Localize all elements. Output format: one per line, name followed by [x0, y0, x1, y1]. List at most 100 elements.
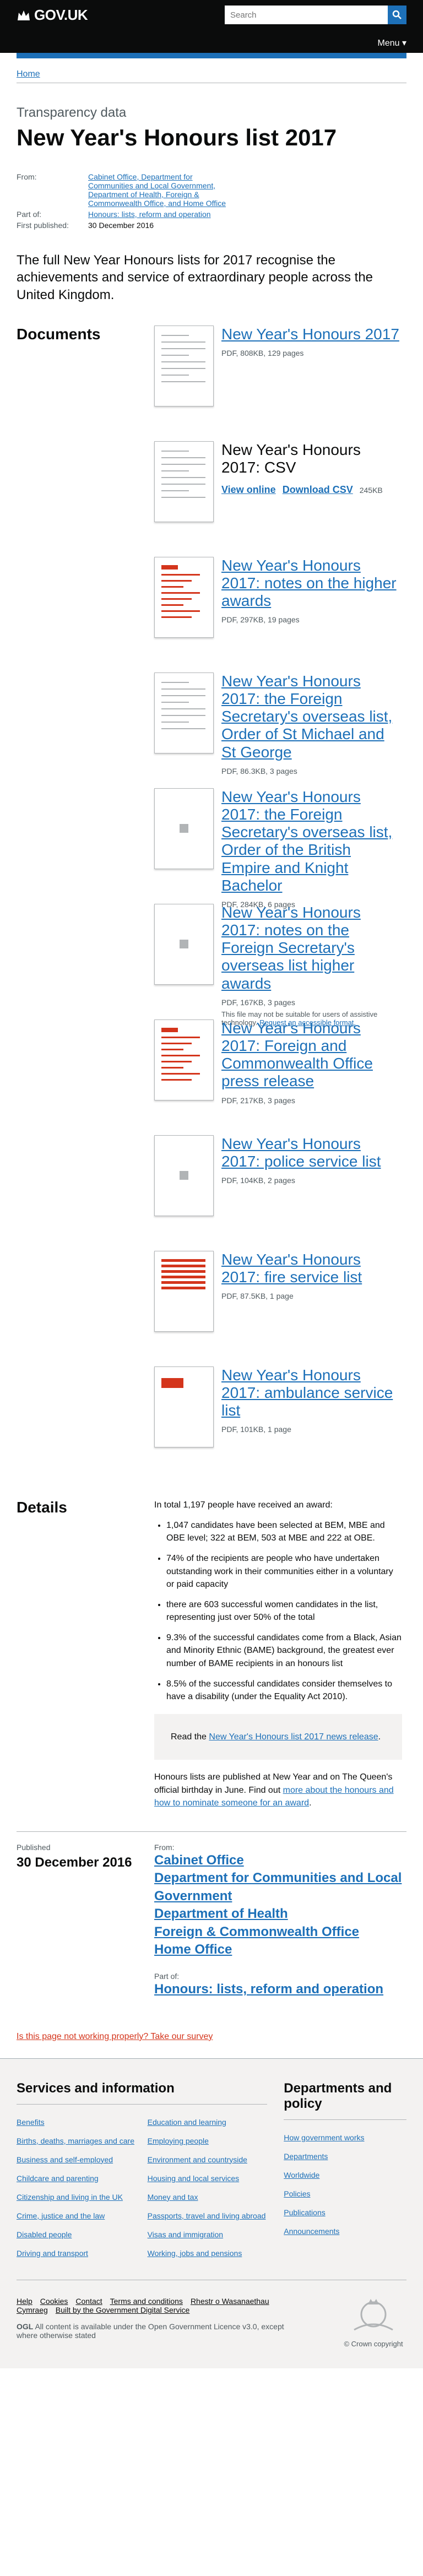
document-title-link[interactable]: New Year's Honours 2017: fire service li…: [221, 1251, 402, 1286]
govuk-logo[interactable]: GOV.UK: [17, 7, 88, 24]
document-item: New Year's Honours 2017: the Foreign Sec…: [154, 788, 402, 909]
document-title-link[interactable]: New Year's Honours 2017: the Foreign Sec…: [221, 788, 402, 894]
search-button[interactable]: [388, 6, 406, 24]
footer-service-link[interactable]: Births, deaths, marriages and care: [17, 2136, 137, 2145]
footer-department-link[interactable]: Publications: [284, 2208, 406, 2217]
footer-meta-link[interactable]: Built by the Government Digital Service: [56, 2306, 190, 2314]
footer-service-link[interactable]: Visas and immigration: [148, 2230, 268, 2239]
crown-icon: [18, 10, 30, 20]
document-thumbnail[interactable]: [154, 672, 214, 753]
crown-copyright[interactable]: © Crown copyright: [344, 2340, 403, 2348]
logo-text: GOV.UK: [34, 7, 88, 23]
document-title-link[interactable]: New Year's Honours 2017: [221, 326, 399, 343]
footer-service-link[interactable]: Disabled people: [17, 2230, 137, 2239]
document-item: New Year's Honours 2017: CSV View online D…: [154, 441, 402, 557]
footer-meta-link[interactable]: Terms and conditions: [110, 2297, 183, 2306]
details-bullet: 8.5% of the successful candidates consid…: [166, 1678, 402, 1703]
departments-links: How government works Departments Worldwide…: [284, 2133, 406, 2236]
header-menu-bar: Menu ▾: [0, 31, 423, 53]
organisation-link[interactable]: Home Office: [154, 1941, 402, 1959]
organisation-link[interactable]: Cabinet Office: [154, 1852, 402, 1869]
document-item: New Year's Honours 2017 PDF, 808KB, 129 p…: [154, 325, 402, 441]
footer-service-link[interactable]: Environment and countryside: [148, 2155, 268, 2164]
document-title-link[interactable]: New Year's Honours 2017: the Foreign Sec…: [221, 673, 402, 761]
document-thumbnail[interactable]: [154, 788, 214, 869]
document-thumbnail[interactable]: [154, 1019, 214, 1100]
document-meta: PDF, 87.5KB, 1 page: [221, 1292, 294, 1301]
csv-size: 245KB: [359, 486, 383, 495]
search-input[interactable]: [225, 6, 388, 24]
outro-suffix: .: [309, 1798, 312, 1808]
site-header: GOV.UK: [0, 0, 423, 31]
footer-service-link[interactable]: Crime, justice and the law: [17, 2211, 137, 2220]
footer-service-link[interactable]: Childcare and parenting: [17, 2174, 137, 2183]
published-section: Published 30 December 2016 From: Cabinet…: [17, 1831, 406, 1999]
footer-service-link[interactable]: Education and learning: [148, 2118, 268, 2127]
publication-meta: From: Cabinet Office, Department for Com…: [17, 172, 406, 230]
footer-service-link[interactable]: Citizenship and living in the UK: [17, 2193, 137, 2201]
published-date: 30 December 2016: [17, 1854, 132, 1870]
footer-service-link[interactable]: Business and self-employed: [17, 2155, 137, 2164]
document-thumbnail[interactable]: [154, 1135, 214, 1216]
meta-from-link[interactable]: Cabinet Office, Department for Communiti…: [88, 172, 231, 208]
footer-service-link[interactable]: Passports, travel and living abroad: [148, 2211, 268, 2220]
meta-part-of-link[interactable]: Honours: lists, reform and operation: [88, 210, 231, 219]
footer-meta-link[interactable]: Cookies: [40, 2297, 68, 2306]
footer-service-link[interactable]: Money and tax: [148, 2193, 268, 2201]
meta-published-date: 30 December 2016: [88, 221, 154, 230]
footer-department-link[interactable]: How government works: [284, 2133, 406, 2142]
footer-department-link[interactable]: Announcements: [284, 2227, 406, 2236]
footer-department-link[interactable]: Policies: [284, 2189, 406, 2198]
menu-button[interactable]: Menu ▾: [378, 37, 407, 48]
footer-service-link[interactable]: Working, jobs and pensions: [148, 2249, 268, 2258]
footer-meta-link[interactable]: Help: [17, 2297, 32, 2306]
document-thumbnail[interactable]: [154, 903, 214, 985]
search-form: [225, 6, 406, 24]
header-accent-bar: [17, 53, 406, 58]
footer-service-link[interactable]: Employing people: [148, 2136, 268, 2145]
footer-department-link[interactable]: Departments: [284, 2152, 406, 2161]
download-csv-link[interactable]: Download CSV: [283, 484, 353, 495]
document-meta: PDF, 101KB, 1 page: [221, 1425, 291, 1434]
news-release-link[interactable]: New Year's Honours list 2017 news releas…: [209, 1732, 378, 1742]
report-problem-link[interactable]: Is this page not working properly? Take …: [17, 2032, 406, 2042]
departments-heading: Departments and policy: [284, 2081, 406, 2120]
document-meta: PDF, 104KB, 2 pages: [221, 1176, 295, 1185]
documents-heading: Documents: [17, 325, 101, 343]
breadcrumb-home[interactable]: Home: [17, 69, 406, 79]
footer-service-link[interactable]: Housing and local services: [148, 2174, 268, 2183]
meta-part-of-label: Part of:: [17, 210, 42, 219]
footer-department-link[interactable]: Worldwide: [284, 2171, 406, 2179]
document-thumbnail[interactable]: [154, 441, 214, 522]
view-online-link[interactable]: View online: [221, 484, 276, 495]
documents-list: New Year's Honours 2017 PDF, 808KB, 129 p…: [154, 325, 402, 1482]
document-title-link[interactable]: New Year's Honours 2017: notes on the hi…: [221, 557, 402, 610]
footer-service-link[interactable]: Benefits: [17, 2118, 137, 2127]
published-label: Published: [17, 1842, 51, 1852]
document-thumbnail[interactable]: [154, 1250, 214, 1332]
document-title-link[interactable]: New Year's Honours 2017: Foreign and Com…: [221, 1019, 402, 1091]
services-links: Benefits Education and learning Births, de…: [17, 2118, 267, 2258]
document-title-link[interactable]: New Year's Honours 2017: notes on the Fo…: [221, 904, 402, 993]
licence-statement: All content is available under the Open …: [17, 2322, 284, 2340]
document-thumbnail[interactable]: [154, 325, 214, 406]
details-section: Details In total 1,197 people have recei…: [17, 1499, 406, 1809]
organisation-link[interactable]: Department of Health: [154, 1905, 402, 1923]
details-body: In total 1,197 people have received an a…: [154, 1499, 402, 1809]
footer-meta-link[interactable]: Contact: [75, 2297, 102, 2306]
footer-service-link[interactable]: Driving and transport: [17, 2249, 137, 2258]
organisation-link[interactable]: Foreign & Commonwealth Office: [154, 1923, 402, 1941]
document-thumbnail[interactable]: [154, 1366, 214, 1447]
collection-link[interactable]: Honours: lists, reform and operation: [154, 1981, 402, 1998]
organisation-link[interactable]: Department for Communities and Local Gov…: [154, 1869, 402, 1905]
details-bullet: 1,047 candidates have been selected at B…: [166, 1519, 402, 1544]
details-bullets: 1,047 candidates have been selected at B…: [154, 1519, 402, 1703]
details-bullet: there are 603 successful women candidate…: [166, 1598, 402, 1624]
document-title-link[interactable]: New Year's Honours 2017: ambulance servi…: [221, 1366, 402, 1420]
details-outro: Honours lists are published at New Year …: [154, 1771, 402, 1809]
services-heading: Services and information: [17, 2081, 268, 2105]
organisation-list: Cabinet Office Department for Communities…: [154, 1852, 402, 1959]
document-title-link[interactable]: New Year's Honours 2017: police service …: [221, 1135, 402, 1170]
document-thumbnail[interactable]: [154, 556, 214, 638]
footer-meta: Help Cookies Contact Terms and conditions Rh…: [17, 2279, 406, 2352]
